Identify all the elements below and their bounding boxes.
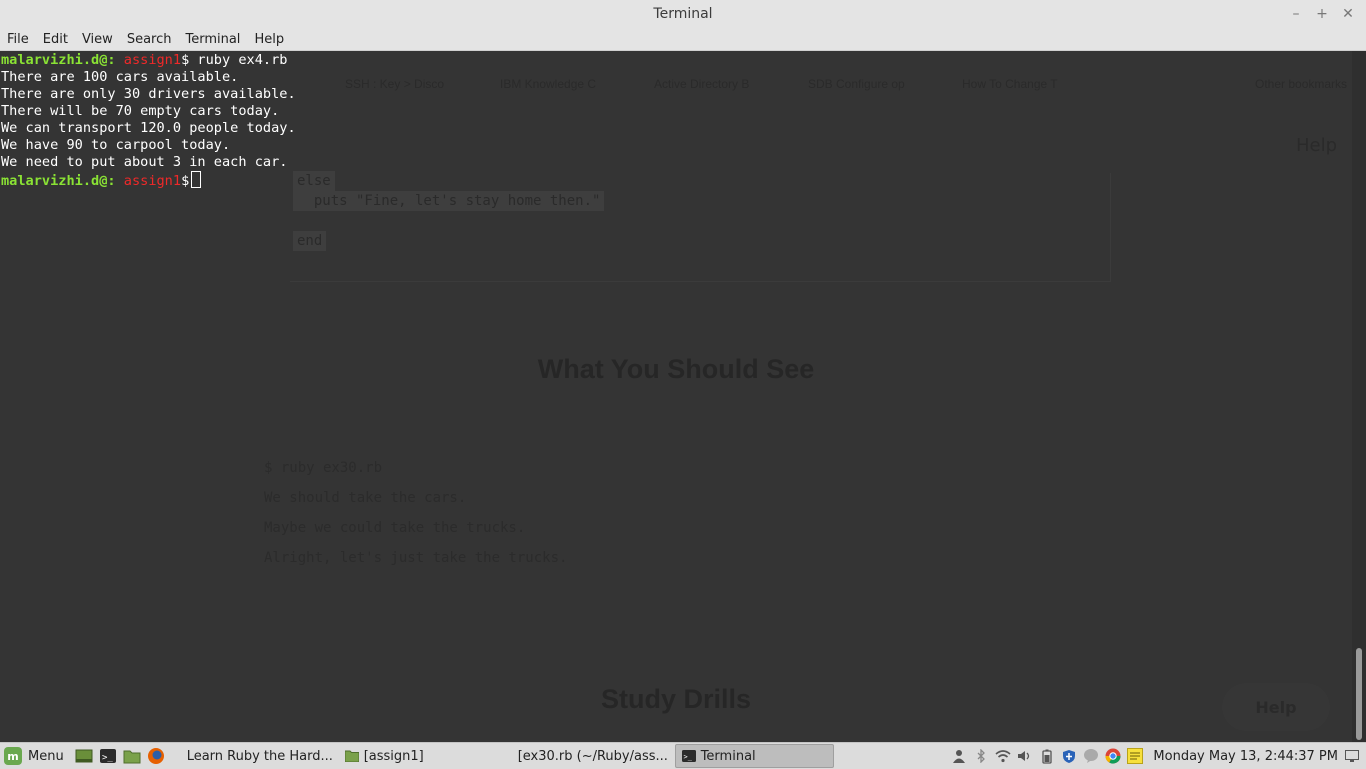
start-menu-button[interactable]: m Menu (0, 743, 72, 769)
sticky-notes-icon[interactable] (1127, 748, 1144, 764)
menu-terminal[interactable]: Terminal (178, 32, 247, 47)
ghost-output-line: Alright, let's just take the trucks. (264, 550, 568, 566)
output-line: There are 100 cars available. (1, 69, 239, 85)
window-title: Terminal (653, 6, 713, 22)
bluetooth-icon[interactable] (973, 748, 989, 764)
prompt-dir: assign1 (123, 52, 182, 68)
task-label: [assign1] (363, 748, 424, 764)
firefox-launcher-icon[interactable] (146, 746, 166, 766)
ghost-bookmark: IBM Knowledge C (500, 77, 597, 91)
prompt-user: malarvizhi.d@: (1, 52, 116, 68)
menu-edit[interactable]: Edit (36, 32, 75, 47)
task-label: Terminal (700, 748, 756, 764)
folder-icon (344, 750, 359, 762)
ghost-help-button: Help (1222, 683, 1330, 731)
output-line: There will be 70 empty cars today. (1, 103, 280, 119)
ghost-code-box (290, 173, 1111, 282)
task-label: [ex30.rb (~/Ruby/ass... (517, 748, 668, 764)
svg-text:>_: >_ (683, 753, 692, 761)
terminal-area[interactable]: SSH : Key > Disco IBM Knowledge C Active… (0, 51, 1352, 742)
minimize-icon[interactable]: – (1290, 6, 1302, 22)
task-files[interactable]: [assign1] (339, 745, 501, 767)
svg-text:>_: >_ (102, 753, 113, 763)
menu-file[interactable]: File (0, 32, 36, 47)
window-titlebar[interactable]: Terminal – + ✕ (0, 0, 1366, 28)
window-controls: – + ✕ (1290, 0, 1354, 28)
mint-logo-icon: m (4, 747, 22, 765)
clock[interactable]: Monday May 13, 2:44:37 PM (1153, 749, 1338, 764)
output-line: We can transport 120.0 people today. (1, 120, 296, 136)
prompt-line: malarvizhi.d@: assign1$ ruby ex4.rb (1, 52, 296, 69)
volume-icon[interactable] (1017, 748, 1033, 764)
ghost-heading: What You Should See (537, 354, 815, 384)
ghost-bookmark: SDB Configure op (808, 77, 905, 91)
menu-search[interactable]: Search (120, 32, 179, 47)
terminal-scrollbar[interactable] (1352, 51, 1366, 742)
ghost-bookmark: How To Change T (962, 77, 1058, 91)
ghost-help-label: Help (1255, 697, 1297, 717)
terminal-icon: >_ (681, 750, 696, 762)
files-launcher-icon[interactable] (122, 746, 142, 766)
output-line: We have 90 to carpool today. (1, 137, 231, 153)
system-tray: Monday May 13, 2:44:37 PM (951, 743, 1366, 769)
desktop-switch-icon[interactable] (1344, 748, 1360, 764)
scrollbar-thumb[interactable] (1356, 648, 1362, 740)
text-cursor (191, 171, 202, 188)
user-icon[interactable] (951, 748, 967, 764)
taskbar: m Menu >_ Learn Ruby the Hard... [assign… (0, 742, 1366, 769)
close-icon[interactable]: ✕ (1342, 6, 1354, 22)
terminal-launcher-icon[interactable]: >_ (98, 746, 118, 766)
notification-bubble-icon[interactable] (1083, 748, 1099, 764)
task-label: Learn Ruby the Hard... (186, 748, 333, 764)
prompt-line: malarvizhi.d@: assign1$ (1, 171, 296, 190)
output-line: There are only 30 drivers available. (1, 86, 296, 102)
task-text-editor[interactable]: [ex30.rb (~/Ruby/ass... (507, 745, 669, 767)
show-desktop-icon[interactable] (74, 746, 94, 766)
shield-icon[interactable] (1061, 748, 1077, 764)
battery-icon[interactable] (1039, 748, 1055, 764)
prompt-command: ruby ex4.rb (189, 52, 288, 68)
ghost-output-line: We should take the cars. (264, 490, 467, 506)
menu-view[interactable]: View (75, 32, 120, 47)
ghost-bookmark: Other bookmarks (1255, 77, 1348, 91)
task-terminal[interactable]: >_ Terminal (674, 744, 834, 768)
menu-help[interactable]: Help (247, 32, 291, 47)
ghost-output-line: $ ruby ex30.rb (264, 460, 383, 476)
maximize-icon[interactable]: + (1316, 6, 1328, 22)
ghost-help-link: Help (1296, 135, 1338, 156)
ghost-bookmark: Active Directory B (654, 77, 750, 91)
wifi-icon[interactable] (995, 748, 1011, 764)
ghost-code-line: puts "Fine, let's stay home then." (293, 191, 605, 211)
chrome-tray-icon[interactable] (1105, 748, 1121, 764)
ghost-output-line: Maybe we could take the trucks. (264, 520, 526, 536)
ghost-code-line: else (293, 171, 335, 191)
prompt-symbol: $ (181, 173, 190, 189)
start-menu-label: Menu (28, 748, 64, 764)
task-chrome[interactable]: Learn Ruby the Hard... (176, 745, 333, 767)
prompt-user: malarvizhi.d@: (1, 173, 116, 189)
output-line: We need to put about 3 in each car. (1, 154, 288, 170)
ghost-code-line: end (293, 231, 327, 251)
menu-bar: File Edit View Search Terminal Help (0, 28, 1366, 51)
ghost-heading: Study Drills (600, 684, 752, 714)
ghost-bookmark: SSH : Key > Disco (345, 77, 445, 91)
prompt-dir: assign1 (123, 173, 182, 189)
terminal-output: malarvizhi.d@: assign1$ ruby ex4.rb There… (1, 52, 296, 190)
